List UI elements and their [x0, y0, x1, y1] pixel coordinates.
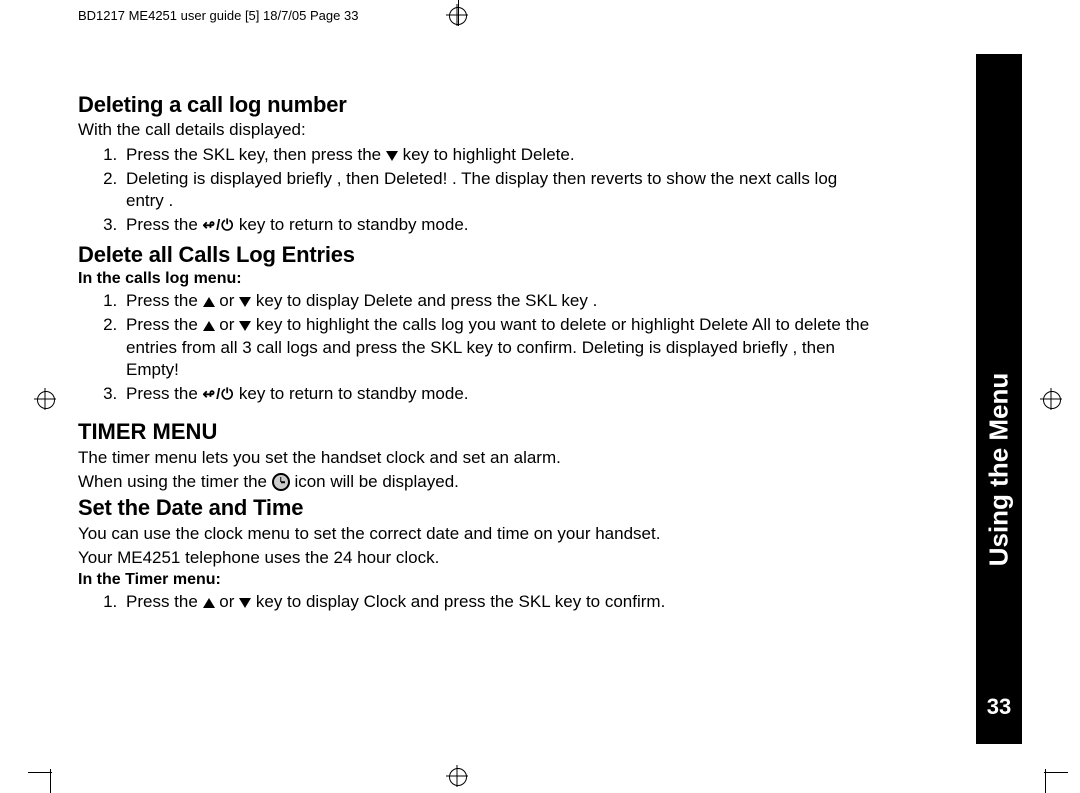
print-header: BD1217 ME4251 user guide [5] 18/7/05 Pag…: [78, 8, 358, 23]
up-arrow-icon: [203, 598, 215, 608]
heading-set-date-time: Set the Date and Time: [78, 495, 878, 521]
end-call-power-icon: ↫/⏻: [203, 216, 235, 236]
ordered-list: Press the or key to display Delete and p…: [78, 290, 878, 404]
down-arrow-icon: [386, 151, 398, 161]
side-tab-label: Using the Menu: [984, 373, 1015, 567]
registration-mark-icon: [446, 765, 468, 787]
registration-mark-icon: [1040, 388, 1062, 410]
up-arrow-icon: [203, 297, 215, 307]
heading-delete-all-calls-log: Delete all Calls Log Entries: [78, 242, 878, 268]
ordered-list: Press the SKL key, then press the key to…: [78, 144, 878, 236]
down-arrow-icon: [239, 297, 251, 307]
body-text: You can use the clock menu to set the co…: [78, 523, 878, 545]
registration-mark-icon: [34, 388, 56, 410]
crop-mark-icon: [28, 772, 52, 773]
crop-mark-icon: [458, 0, 459, 26]
list-item: Press the or key to display Delete and p…: [122, 290, 878, 312]
list-item: Press the or key to display Clock and pr…: [122, 591, 878, 613]
down-arrow-icon: [239, 321, 251, 331]
subheading: In the Timer menu:: [78, 571, 878, 589]
clock-icon: [272, 473, 290, 491]
up-arrow-icon: [203, 321, 215, 331]
list-item: Press the ↫/⏻ key to return to standby m…: [122, 383, 878, 405]
side-tab: Using the Menu 33: [976, 54, 1022, 744]
body-text: When using the timer the icon will be di…: [78, 471, 878, 493]
list-item: Press the SKL key, then press the key to…: [122, 144, 878, 166]
content-area: Deleting a call log number With the call…: [78, 92, 878, 619]
crop-mark-icon: [1044, 772, 1068, 773]
body-text: The timer menu lets you set the handset …: [78, 447, 878, 469]
ordered-list: Press the or key to display Clock and pr…: [78, 591, 878, 613]
list-item: Press the or key to highlight the calls …: [122, 314, 878, 380]
body-text: Your ME4251 telephone uses the 24 hour c…: [78, 547, 878, 569]
intro-text: With the call details displayed:: [78, 120, 878, 140]
page-number: 33: [976, 694, 1022, 720]
list-item: Press the ↫/⏻ key to return to standby m…: [122, 214, 878, 236]
heading-timer-menu: TIMER MENU: [78, 419, 878, 445]
page: BD1217 ME4251 user guide [5] 18/7/05 Pag…: [0, 0, 1080, 793]
list-item: Deleting is displayed briefly , then Del…: [122, 168, 878, 212]
registration-mark-icon: [446, 4, 468, 26]
subheading: In the calls log menu:: [78, 270, 878, 288]
end-call-power-icon: ↫/⏻: [203, 385, 235, 405]
down-arrow-icon: [239, 598, 251, 608]
heading-delete-call-log-number: Deleting a call log number: [78, 92, 878, 118]
